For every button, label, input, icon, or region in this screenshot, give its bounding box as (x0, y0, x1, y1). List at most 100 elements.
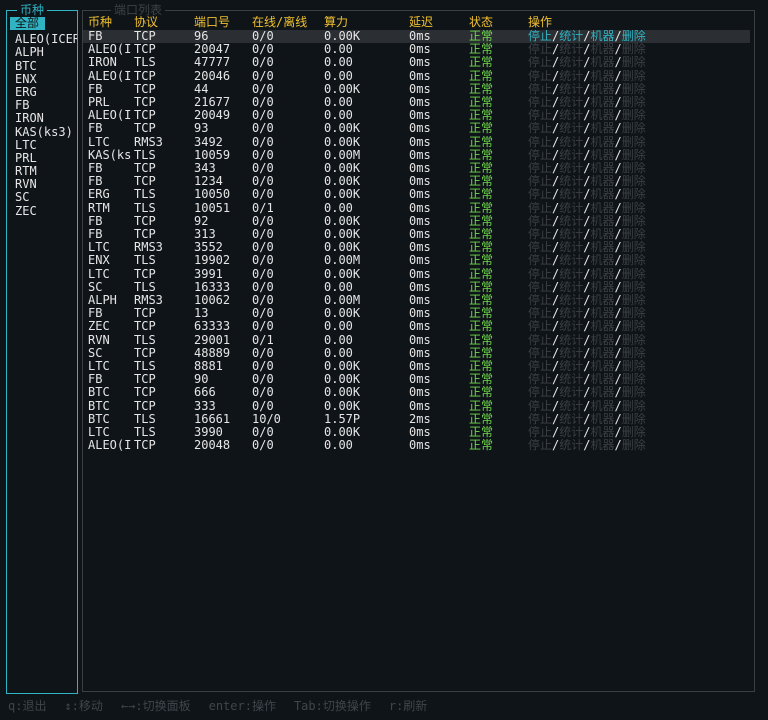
stop-action-button[interactable]: 停止 (528, 268, 552, 281)
machines-action-button[interactable]: 机器 (591, 215, 615, 228)
machines-action-button[interactable]: 机器 (591, 241, 615, 254)
stop-action-button[interactable]: 停止 (528, 386, 552, 399)
machines-action-button[interactable]: 机器 (591, 307, 615, 320)
stats-action-button[interactable]: 统计 (559, 386, 583, 399)
stop-action-button[interactable]: 停止 (528, 215, 552, 228)
table-row[interactable]: FB TCP 343 0/0 0.00K 0ms 正常 停止/统计/机器/删除 (83, 162, 750, 175)
coin-filter-item[interactable]: ZEC (10, 205, 77, 218)
machines-action-button[interactable]: 机器 (591, 30, 615, 43)
table-row[interactable]: BTC TCP 333 0/0 0.00K 0ms 正常 停止/统计/机器/删除 (83, 400, 750, 413)
table-row[interactable]: ALPH RMS3 10062 0/0 0.00M 0ms 正常 停止/统计/机器/删除 (83, 294, 750, 307)
delete-action-button[interactable]: 删除 (622, 56, 646, 69)
table-row[interactable]: LTC RMS3 3492 0/0 0.00K 0ms 正常 停止/统计/机器/删除 (83, 136, 750, 149)
table-row[interactable]: KAS(ks TLS 10059 0/0 0.00M 0ms 正常 停止/统计/机器/删除 (83, 149, 750, 162)
stop-action-button[interactable]: 停止 (528, 320, 552, 333)
table-row[interactable]: FB TCP 93 0/0 0.00K 0ms 正常 停止/统计/机器/删除 (83, 122, 750, 135)
stats-action-button[interactable]: 统计 (559, 360, 583, 373)
coin-filter-item[interactable]: LTC (10, 139, 77, 152)
coin-filter-item[interactable]: ALEO(ICER (10, 33, 77, 46)
coin-filter-item[interactable]: IRON (10, 112, 77, 125)
coin-filter-item[interactable]: ALPH (10, 46, 77, 59)
stats-action-button[interactable]: 统计 (559, 241, 583, 254)
stop-action-button[interactable]: 停止 (528, 136, 552, 149)
stats-action-button[interactable]: 统计 (559, 400, 583, 413)
stop-action-button[interactable]: 停止 (528, 228, 552, 241)
machines-action-button[interactable]: 机器 (591, 281, 615, 294)
stats-action-button[interactable]: 统计 (559, 426, 583, 439)
table-row[interactable]: RTM TLS 10051 0/1 0.00 0ms 正常 停止/统计/机器/删除 (83, 202, 750, 215)
table-row[interactable]: FB TCP 92 0/0 0.00K 0ms 正常 停止/统计/机器/删除 (83, 215, 750, 228)
stats-action-button[interactable]: 统计 (559, 254, 583, 267)
machines-action-button[interactable]: 机器 (591, 202, 615, 215)
delete-action-button[interactable]: 删除 (622, 96, 646, 109)
delete-action-button[interactable]: 删除 (622, 334, 646, 347)
delete-action-button[interactable]: 删除 (622, 413, 646, 426)
stop-action-button[interactable]: 停止 (528, 373, 552, 386)
machines-action-button[interactable]: 机器 (591, 122, 615, 135)
delete-action-button[interactable]: 删除 (622, 386, 646, 399)
delete-action-button[interactable]: 删除 (622, 188, 646, 201)
stop-action-button[interactable]: 停止 (528, 109, 552, 122)
delete-action-button[interactable]: 删除 (622, 215, 646, 228)
delete-action-button[interactable]: 删除 (622, 360, 646, 373)
machines-action-button[interactable]: 机器 (591, 334, 615, 347)
stats-action-button[interactable]: 统计 (559, 122, 583, 135)
delete-action-button[interactable]: 删除 (622, 30, 646, 43)
table-row[interactable]: FB TCP 90 0/0 0.00K 0ms 正常 停止/统计/机器/删除 (83, 373, 750, 386)
table-row[interactable]: ALEO(I TCP 20049 0/0 0.00 0ms 正常 停止/统计/机器/删除 (83, 109, 750, 122)
delete-action-button[interactable]: 删除 (622, 162, 646, 175)
table-row[interactable]: FB TCP 96 0/0 0.00K 0ms 正常 停止/统计/机器/删除 (83, 30, 750, 44)
stop-action-button[interactable]: 停止 (528, 202, 552, 215)
stats-action-button[interactable]: 统计 (559, 334, 583, 347)
stats-action-button[interactable]: 统计 (559, 347, 583, 360)
stats-action-button[interactable]: 统计 (559, 136, 583, 149)
coin-filter-item[interactable]: RTM (10, 165, 77, 178)
stop-action-button[interactable]: 停止 (528, 43, 552, 56)
table-row[interactable]: BTC TCP 666 0/0 0.00K 0ms 正常 停止/统计/机器/删除 (83, 386, 750, 399)
machines-action-button[interactable]: 机器 (591, 96, 615, 109)
delete-action-button[interactable]: 删除 (622, 43, 646, 56)
delete-action-button[interactable]: 删除 (622, 241, 646, 254)
machines-action-button[interactable]: 机器 (591, 386, 615, 399)
table-row[interactable]: ENX TLS 19902 0/0 0.00M 0ms 正常 停止/统计/机器/删除 (83, 254, 750, 267)
delete-action-button[interactable]: 删除 (622, 439, 646, 452)
stop-action-button[interactable]: 停止 (528, 241, 552, 254)
table-row[interactable]: LTC TLS 8881 0/0 0.00K 0ms 正常 停止/统计/机器/删除 (83, 360, 750, 373)
stop-action-button[interactable]: 停止 (528, 281, 552, 294)
delete-action-button[interactable]: 删除 (622, 373, 646, 386)
coin-filter-item[interactable]: ENX (10, 73, 77, 86)
delete-action-button[interactable]: 删除 (622, 254, 646, 267)
table-row[interactable]: FB TCP 313 0/0 0.00K 0ms 正常 停止/统计/机器/删除 (83, 228, 750, 241)
delete-action-button[interactable]: 删除 (622, 320, 646, 333)
stats-action-button[interactable]: 统计 (559, 202, 583, 215)
machines-action-button[interactable]: 机器 (591, 70, 615, 83)
coin-filter-item[interactable]: KAS(ks3) (10, 126, 77, 139)
machines-action-button[interactable]: 机器 (591, 373, 615, 386)
machines-action-button[interactable]: 机器 (591, 43, 615, 56)
table-row[interactable]: ZEC TCP 63333 0/0 0.00 0ms 正常 停止/统计/机器/删除 (83, 320, 750, 333)
table-row[interactable]: ERG TLS 10050 0/0 0.00K 0ms 正常 停止/统计/机器/删除 (83, 188, 750, 201)
table-row[interactable]: FB TCP 1234 0/0 0.00K 0ms 正常 停止/统计/机器/删除 (83, 175, 750, 188)
coin-filter-item[interactable]: FB (10, 99, 77, 112)
stop-action-button[interactable]: 停止 (528, 360, 552, 373)
stop-action-button[interactable]: 停止 (528, 347, 552, 360)
machines-action-button[interactable]: 机器 (591, 294, 615, 307)
stop-action-button[interactable]: 停止 (528, 122, 552, 135)
table-row[interactable]: FB TCP 44 0/0 0.00K 0ms 正常 停止/统计/机器/删除 (83, 83, 750, 96)
table-row[interactable]: BTC TLS 16661 10/0 1.57P 2ms 正常 停止/统计/机器/删除 (83, 413, 750, 426)
machines-action-button[interactable]: 机器 (591, 439, 615, 452)
machines-action-button[interactable]: 机器 (591, 109, 615, 122)
stop-action-button[interactable]: 停止 (528, 188, 552, 201)
machines-action-button[interactable]: 机器 (591, 56, 615, 69)
stop-action-button[interactable]: 停止 (528, 307, 552, 320)
delete-action-button[interactable]: 删除 (622, 202, 646, 215)
table-row[interactable]: SC TCP 48889 0/0 0.00 0ms 正常 停止/统计/机器/删除 (83, 347, 750, 360)
stats-action-button[interactable]: 统计 (559, 373, 583, 386)
table-row[interactable]: LTC RMS3 3552 0/0 0.00K 0ms 正常 停止/统计/机器/删除 (83, 241, 750, 254)
delete-action-button[interactable]: 删除 (622, 294, 646, 307)
stats-action-button[interactable]: 统计 (559, 413, 583, 426)
stats-action-button[interactable]: 统计 (559, 268, 583, 281)
machines-action-button[interactable]: 机器 (591, 228, 615, 241)
coin-filter-item[interactable]: BTC (10, 60, 77, 73)
machines-action-button[interactable]: 机器 (591, 360, 615, 373)
